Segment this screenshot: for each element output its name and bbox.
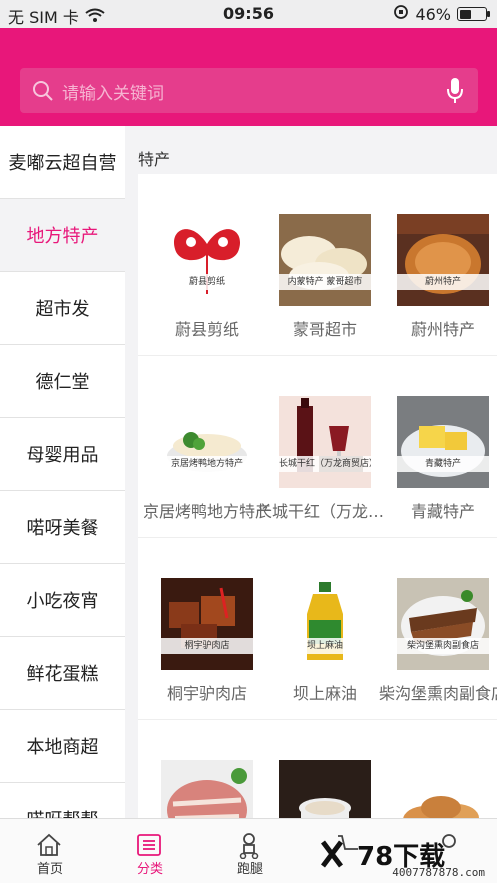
store-card[interactable]: 内蒙特产 蒙哥超市 蒙哥超市: [256, 174, 374, 355]
sidebar-item-8[interactable]: 本地商超: [0, 710, 125, 783]
store-tag: 长城干红（万龙商贸店）: [279, 456, 371, 472]
store-tag: 坝上麻油: [279, 638, 371, 654]
tab-label: 分类: [136, 862, 163, 877]
store-card[interactable]: [374, 720, 492, 818]
store-thumbnail: 桐宇驴肉店: [161, 578, 253, 670]
store-thumbnail: 京居烤鸭地方特产: [161, 396, 253, 488]
tab-errand[interactable]: 跑腿: [200, 819, 300, 883]
store-card[interactable]: [256, 720, 374, 818]
search-bar[interactable]: 请输入关键词: [20, 68, 478, 113]
sidebar-item-label: 地方特产: [26, 226, 99, 247]
store-thumbnail: 柴沟堡熏肉副食店: [397, 578, 489, 670]
store-thumbnail: [161, 760, 253, 818]
store-card[interactable]: [138, 720, 256, 818]
sidebar-item-7[interactable]: 鲜花蛋糕: [0, 637, 125, 710]
store-row: 桐宇驴肉店 桐宇驴肉店 坝上麻油 坝上麻油 柴沟堡熏肉副食店 柴沟堡熏肉副食店: [138, 538, 497, 720]
sidebar-item-label: 本地商超: [26, 737, 99, 758]
sidebar-item-label: 喏呀美餐: [26, 518, 99, 539]
tab-label: 首页: [36, 862, 63, 877]
store-thumbnail: [397, 760, 489, 818]
search-icon: [32, 80, 54, 106]
store-tag: 内蒙特产 蒙哥超市: [279, 274, 371, 290]
sidebar-item-label: 超市发: [35, 299, 90, 320]
store-card[interactable]: 蔚州特产 蔚州特产: [374, 174, 492, 355]
store-thumbnail: [279, 760, 371, 818]
status-right: 46%: [393, 4, 490, 24]
category-sidebar: 麦嘟云超自营 地方特产 超市发 德仁堂 母婴用品 喏呀美餐 小吃夜宵 鲜花蛋糕 …: [0, 126, 125, 818]
tab-category[interactable]: 分类: [100, 819, 200, 883]
sidebar-item-2[interactable]: 超市发: [0, 272, 125, 345]
store-thumbnail: 蔚州特产: [397, 214, 489, 306]
store-thumbnail: 坝上麻油: [279, 578, 371, 670]
tab-home[interactable]: 首页: [0, 819, 100, 883]
lock-rotation-icon: [393, 4, 409, 24]
sidebar-item-6[interactable]: 小吃夜宵: [0, 564, 125, 637]
sidebar-item-label: 喏呀帮帮: [27, 806, 99, 818]
sidebar-item-0[interactable]: 麦嘟云超自营: [0, 126, 125, 199]
sidebar-item-9[interactable]: 喏呀帮帮: [0, 783, 125, 818]
watermark-url: 4007787878.com: [392, 866, 485, 879]
store-thumbnail: 青藏特产: [397, 396, 489, 488]
sidebar-item-4[interactable]: 母婴用品: [0, 418, 125, 491]
store-card[interactable]: 坝上麻油 坝上麻油: [256, 538, 374, 719]
sidebar-item-5[interactable]: 喏呀美餐: [0, 491, 125, 564]
header: 请输入关键词: [0, 28, 497, 126]
section-title: 特产: [138, 150, 171, 169]
store-card[interactable]: 柴沟堡熏肉副食店 柴沟堡熏肉副食店: [374, 538, 497, 719]
store-list: 特产 蔚县剪纸 蔚县剪纸 内蒙特产 蒙哥超市 蒙哥超市 蔚州特产 蔚州特产 京居…: [125, 126, 497, 818]
sidebar-item-label: 麦嘟云超自营: [8, 153, 117, 174]
store-card[interactable]: 桐宇驴肉店 桐宇驴肉店: [138, 538, 256, 719]
store-card[interactable]: 蔚县剪纸 蔚县剪纸: [138, 174, 256, 355]
status-bar: 无 SIM 卡 09:56 46%: [0, 0, 497, 28]
store-tag: 蔚州特产: [397, 274, 489, 290]
sidebar-item-label: 鲜花蛋糕: [26, 664, 99, 685]
list-icon: [136, 833, 162, 861]
store-tag: 蔚县剪纸: [161, 274, 253, 290]
store-row: 蔚县剪纸 蔚县剪纸 内蒙特产 蒙哥超市 蒙哥超市 蔚州特产 蔚州特产: [138, 174, 497, 356]
search-input[interactable]: 请输入关键词: [62, 79, 164, 104]
sidebar-item-label: 德仁堂: [35, 372, 90, 393]
store-name: 柴沟堡熏肉副食店: [378, 684, 497, 703]
battery-icon: [457, 7, 490, 21]
sidebar-item-3[interactable]: 德仁堂: [0, 345, 125, 418]
battery-fill: [459, 9, 471, 19]
store-card[interactable]: 长城干红（万龙商贸店） 长城干红（万龙商贸店）: [256, 356, 394, 537]
sidebar-item-1[interactable]: 地方特产: [0, 199, 125, 272]
store-card[interactable]: 京居烤鸭地方特产 京居烤鸭地方特产: [138, 356, 271, 537]
store-row: [138, 720, 497, 818]
screen: 无 SIM 卡 09:56 46% 请输入关键词 麦嘟云超自营 地方特产 超市发…: [0, 0, 497, 883]
store-grid: 蔚县剪纸 蔚县剪纸 内蒙特产 蒙哥超市 蒙哥超市 蔚州特产 蔚州特产 京居烤鸭地…: [138, 174, 497, 818]
store-row: 京居烤鸭地方特产 京居烤鸭地方特产 长城干红（万龙商贸店） 长城干红（万龙商贸店…: [138, 356, 497, 538]
sidebar-item-label: 小吃夜宵: [26, 591, 99, 612]
store-thumbnail: 内蒙特产 蒙哥超市: [279, 214, 371, 306]
store-name: 蔚州特产: [410, 320, 475, 339]
home-icon: [36, 833, 62, 861]
store-tag: 京居烤鸭地方特产: [161, 456, 253, 472]
store-tag: 桐宇驴肉店: [161, 638, 253, 654]
store-thumbnail: 长城干红（万龙商贸店）: [279, 396, 371, 488]
battery-percent: 46%: [415, 4, 451, 24]
store-tag: 青藏特产: [397, 456, 489, 472]
store-name: 青藏特产: [410, 502, 475, 521]
store-tag: 柴沟堡熏肉副食店: [397, 638, 489, 654]
store-thumbnail: 蔚县剪纸: [161, 214, 253, 306]
microphone-icon[interactable]: [446, 77, 464, 109]
sidebar-item-label: 母婴用品: [26, 445, 99, 466]
tab-label: 跑腿: [236, 862, 263, 877]
store-card[interactable]: 青藏特产 青藏特产: [374, 356, 492, 537]
